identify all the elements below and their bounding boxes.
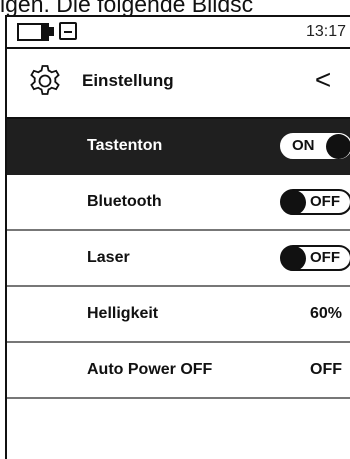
setting-row-helligkeit[interactable]: Helligkeit 60% [7, 287, 350, 343]
page-title: Einstellung [82, 71, 174, 90]
status-bar: 13:17 [7, 17, 350, 49]
setting-row-auto-power-off[interactable]: Auto Power OFF OFF [7, 343, 350, 399]
tastenton-toggle[interactable]: ON [280, 133, 350, 159]
battery-cap [49, 27, 54, 36]
toggle-state: OFF [310, 193, 340, 210]
setting-label: Bluetooth [87, 193, 162, 210]
save-icon [59, 22, 77, 40]
laser-toggle[interactable]: OFF [280, 245, 350, 271]
gear-icon [30, 65, 60, 95]
helligkeit-value: 60% [309, 305, 342, 322]
bluetooth-toggle[interactable]: OFF [280, 189, 350, 215]
toggle-knob [281, 246, 306, 271]
battery-icon [17, 23, 49, 41]
setting-row-tastenton[interactable]: Tastenton ON [7, 119, 350, 175]
setting-row-laser[interactable]: Laser OFF [7, 231, 350, 287]
setting-label: Laser [87, 249, 130, 266]
auto-power-off-value: OFF [310, 361, 342, 378]
device-screen: 13:17 Einstellung < Tastenton ON Bluetoo… [5, 15, 350, 459]
toggle-state: ON [292, 137, 315, 154]
toggle-knob [281, 190, 306, 215]
settings-header: Einstellung < [7, 49, 350, 119]
setting-row-bluetooth[interactable]: Bluetooth OFF [7, 175, 350, 231]
document-caption: igen. Die folgende Bildsc [0, 0, 254, 15]
setting-label: Auto Power OFF [87, 361, 213, 378]
toggle-state: OFF [310, 249, 340, 266]
setting-label: Tastenton [87, 137, 163, 154]
status-time: 13:17 [305, 23, 346, 40]
setting-label: Helligkeit [87, 305, 159, 322]
toggle-knob [326, 134, 350, 159]
back-button[interactable]: < [308, 61, 338, 99]
